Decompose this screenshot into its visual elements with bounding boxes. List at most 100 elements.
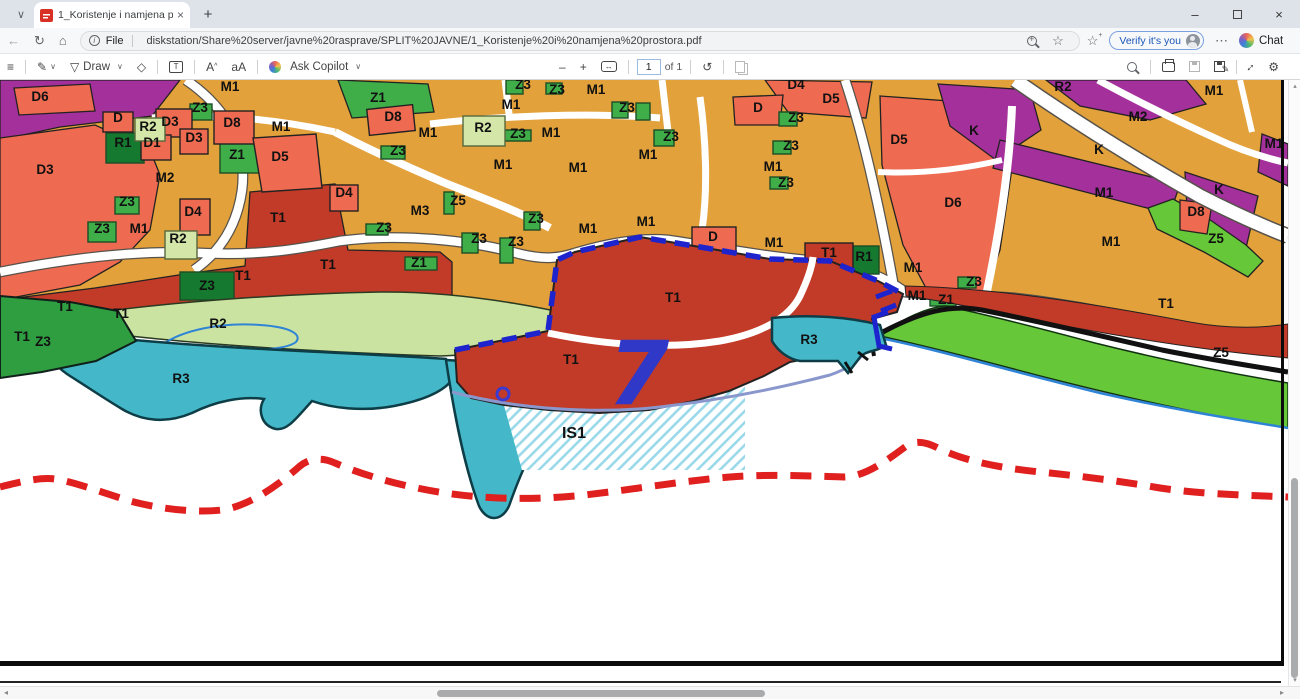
vertical-scroll-thumb[interactable] bbox=[1291, 478, 1298, 678]
new-tab-button[interactable]: + bbox=[198, 4, 218, 24]
save-as-icon[interactable]: ✎ bbox=[1207, 61, 1232, 72]
scroll-right-icon[interactable]: ▸ bbox=[1280, 688, 1284, 697]
horizontal-scroll-thumb[interactable] bbox=[437, 690, 765, 697]
translate-icon[interactable]: aA bbox=[224, 60, 253, 74]
zone-label: M1 bbox=[502, 97, 521, 112]
zone-label: Z3 bbox=[35, 334, 51, 349]
minimize-button[interactable]: – bbox=[1174, 0, 1216, 28]
zone-label: M1 bbox=[764, 159, 783, 174]
search-icon[interactable] bbox=[1118, 62, 1146, 72]
refresh-button[interactable]: ↻ bbox=[27, 33, 52, 49]
restore-icon bbox=[1233, 10, 1242, 19]
area-number-marker: 7 bbox=[608, 322, 670, 425]
zoning-map-canvas: 7 D6M1Z3DR2D3D8M1R1D1D3Z1D5D3M2Z3D4T1Z3M… bbox=[0, 80, 1288, 686]
zone-label: D5 bbox=[271, 149, 289, 164]
zone-label: D8 bbox=[1187, 204, 1205, 219]
eraser-icon[interactable]: ◇ bbox=[130, 60, 153, 74]
horizontal-scrollbar[interactable]: ◂ ▸ bbox=[0, 686, 1300, 699]
zone-label: Z1 bbox=[411, 255, 427, 270]
more-menu-icon[interactable]: ⋯ bbox=[1208, 33, 1235, 49]
tab-title: 1_Koristenje i namjena prostora.p... bbox=[58, 9, 173, 21]
favorites-star-icon[interactable]: ☆ bbox=[1045, 33, 1071, 49]
page-view-icon[interactable] bbox=[728, 61, 752, 73]
zoom-out-icon[interactable]: – bbox=[552, 60, 573, 74]
zone-label: R3 bbox=[172, 371, 190, 386]
print-icon[interactable] bbox=[1155, 62, 1182, 72]
settings-gear-icon[interactable]: ⚙ bbox=[1261, 60, 1286, 74]
zone-label: Z3 bbox=[788, 110, 804, 125]
browser-window: ∨ 1_Koristenje i namjena prostora.p... ×… bbox=[0, 0, 1300, 699]
zone-label: Z1 bbox=[938, 292, 954, 307]
zone-label: D3 bbox=[185, 130, 203, 145]
zone-label: K bbox=[1094, 142, 1104, 157]
save-icon[interactable] bbox=[1182, 61, 1207, 72]
verify-label: Verify it's you bbox=[1119, 35, 1181, 47]
ask-copilot-button[interactable]: Ask Copilot∨ bbox=[262, 61, 368, 73]
url-text: diskstation/Share%20server/javne%20raspr… bbox=[147, 35, 702, 47]
tab-list-chevron-icon[interactable]: ∨ bbox=[8, 3, 34, 25]
zone-label: T1 bbox=[665, 290, 681, 305]
scroll-down-icon[interactable]: ▾ bbox=[1289, 676, 1300, 684]
zone-label: Z3 bbox=[192, 100, 208, 115]
zone-label: T1 bbox=[320, 257, 336, 272]
active-tab[interactable]: 1_Koristenje i namjena prostora.p... × bbox=[34, 2, 190, 28]
divider bbox=[1236, 60, 1237, 74]
zone-label: T1 bbox=[1158, 296, 1174, 311]
back-button[interactable]: ← bbox=[0, 33, 27, 48]
zone-label: M1 bbox=[1095, 185, 1114, 200]
fit-to-width-icon[interactable]: ↔ bbox=[594, 61, 624, 72]
restore-button[interactable] bbox=[1216, 0, 1258, 28]
info-icon[interactable]: i bbox=[89, 35, 100, 46]
zone-label: M1 bbox=[221, 80, 240, 94]
text-box-icon[interactable]: T bbox=[162, 61, 190, 73]
zone-label: M1 bbox=[130, 221, 149, 236]
vertical-scrollbar[interactable]: ▴ ▾ bbox=[1288, 80, 1300, 686]
zone-label: D6 bbox=[31, 89, 49, 104]
zone-label: T1 bbox=[821, 245, 837, 260]
zone-label: M1 bbox=[904, 260, 923, 275]
zone-label: Z5 bbox=[1213, 345, 1229, 360]
read-aloud-icon[interactable]: A^ bbox=[199, 60, 224, 74]
zone-label: M1 bbox=[579, 221, 598, 236]
zone-label: M1 bbox=[272, 119, 291, 134]
chat-label: Chat bbox=[1259, 35, 1283, 47]
fullscreen-icon[interactable]: ↕ bbox=[1239, 54, 1263, 78]
page-number-input[interactable] bbox=[637, 59, 661, 75]
zone-label: Z3 bbox=[199, 278, 215, 293]
rotate-icon[interactable]: ↺ bbox=[695, 60, 719, 74]
url-scheme-label: File bbox=[106, 35, 133, 47]
zoom-in-icon[interactable]: + bbox=[573, 60, 594, 74]
collections-icon[interactable]: ☆+ bbox=[1080, 33, 1106, 49]
zone-label: R2 bbox=[474, 120, 491, 135]
address-bar[interactable]: i File diskstation/Share%20server/javne%… bbox=[80, 31, 1080, 51]
zone-label: M3 bbox=[411, 203, 430, 218]
zoom-page-icon[interactable] bbox=[1027, 36, 1037, 46]
zone-label: K bbox=[1214, 182, 1224, 197]
zone-label: D6 bbox=[944, 195, 962, 210]
zone-label: T1 bbox=[563, 352, 579, 367]
copilot-chat-button[interactable]: Chat bbox=[1239, 33, 1283, 48]
tab-close-icon[interactable]: × bbox=[177, 8, 184, 22]
highlighter-icon[interactable]: ✎∨ bbox=[30, 60, 63, 74]
zone-label: M1 bbox=[1205, 83, 1224, 98]
scroll-left-icon[interactable]: ◂ bbox=[4, 688, 8, 697]
draw-button[interactable]: ▽Draw∨ bbox=[63, 60, 130, 74]
table-of-contents-icon[interactable]: ≡ bbox=[0, 60, 21, 74]
zone-label: T1 bbox=[113, 306, 129, 321]
navigation-bar: ← ↻ ⌂ i File diskstation/Share%20server/… bbox=[0, 28, 1300, 54]
close-button[interactable]: × bbox=[1258, 0, 1300, 28]
zone-label: D1 bbox=[143, 135, 161, 150]
zone-label: D bbox=[113, 110, 123, 125]
home-button[interactable]: ⌂ bbox=[52, 33, 74, 48]
zone-label: Z3 bbox=[663, 129, 679, 144]
zone-label: M1 bbox=[639, 147, 658, 162]
zone-label: Z3 bbox=[783, 138, 799, 153]
verify-profile-button[interactable]: Verify it's you bbox=[1109, 31, 1204, 50]
scroll-up-icon[interactable]: ▴ bbox=[1289, 82, 1300, 90]
zone-label: Z3 bbox=[510, 126, 526, 141]
zone-label: Z3 bbox=[376, 220, 392, 235]
zone-label: M1 bbox=[765, 235, 784, 250]
zone-label: M1 bbox=[569, 160, 588, 175]
profile-avatar bbox=[1186, 34, 1200, 48]
zone-label: M1 bbox=[1102, 234, 1121, 249]
